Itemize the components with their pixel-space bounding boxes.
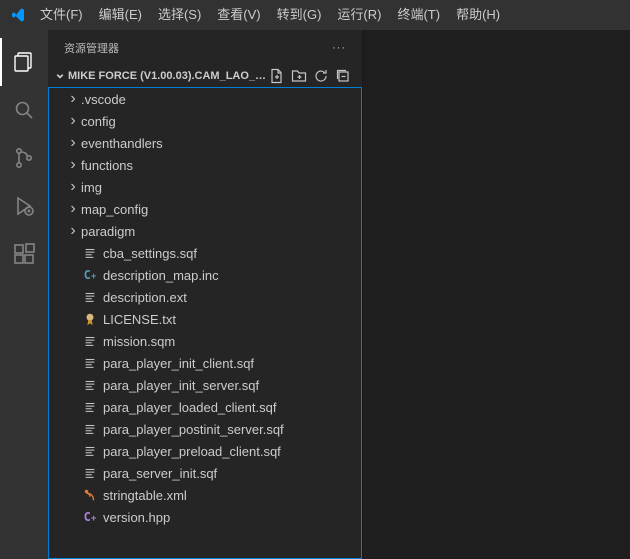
vscode-logo-icon: [4, 1, 32, 29]
file-label: para_player_init_server.sqf: [103, 378, 259, 393]
new-folder-button[interactable]: [290, 67, 308, 85]
activity-run-debug[interactable]: [0, 182, 48, 230]
file-icon: [81, 286, 99, 308]
file-label: cba_settings.sqf: [103, 246, 197, 261]
file-label: para_player_loaded_client.sqf: [103, 400, 276, 415]
tree-file[interactable]: C+ description_map.inc: [49, 264, 361, 286]
tree-folder[interactable]: img: [49, 176, 361, 198]
file-tree: .vscode config eventhandlers functions img ma…: [48, 87, 362, 559]
file-label: mission.sqm: [103, 334, 175, 349]
menu-item[interactable]: 文件(F): [32, 0, 91, 30]
tree-file[interactable]: para_player_preload_client.sqf: [49, 440, 361, 462]
sidebar-title: 资源管理器: [64, 40, 119, 56]
tree-file[interactable]: para_player_loaded_client.sqf: [49, 396, 361, 418]
folder-label: .vscode: [81, 92, 126, 107]
tree-file[interactable]: para_server_init.sqf: [49, 462, 361, 484]
file-icon: [81, 374, 99, 396]
menu-item[interactable]: 编辑(E): [91, 0, 150, 30]
explorer-sidebar: 资源管理器 ··· MIKE FORCE (V1.00.03).CAM_LAO_…: [48, 30, 363, 559]
chevron-right-icon: [65, 91, 81, 107]
sidebar-more-icon[interactable]: ···: [332, 42, 346, 54]
file-label: para_player_init_client.sqf: [103, 356, 254, 371]
file-icon: C+: [81, 506, 99, 528]
file-icon: [81, 462, 99, 484]
chevron-right-icon: [65, 157, 81, 173]
file-icon: [81, 418, 99, 440]
file-icon: [81, 242, 99, 264]
tree-file[interactable]: LICENSE.txt: [49, 308, 361, 330]
file-icon: [81, 440, 99, 462]
tree-file[interactable]: description.ext: [49, 286, 361, 308]
file-icon: [81, 308, 99, 330]
menu-item[interactable]: 选择(S): [150, 0, 209, 30]
folder-label: functions: [81, 158, 133, 173]
file-label: para_player_preload_client.sqf: [103, 444, 281, 459]
menu-item[interactable]: 运行(R): [329, 0, 389, 30]
file-label: description_map.inc: [103, 268, 219, 283]
project-header[interactable]: MIKE FORCE (V1.00.03).CAM_LAO_NAM: [48, 65, 362, 87]
file-icon: [81, 352, 99, 374]
file-label: version.hpp: [103, 510, 170, 525]
file-icon: [81, 484, 99, 506]
menu-item[interactable]: 查看(V): [209, 0, 268, 30]
activity-bar: [0, 30, 48, 559]
chevron-down-icon: [52, 69, 68, 84]
file-label: para_server_init.sqf: [103, 466, 217, 481]
chevron-right-icon: [65, 179, 81, 195]
chevron-right-icon: [65, 135, 81, 151]
menu-bar: 文件(F)编辑(E)选择(S)查看(V)转到(G)运行(R)终端(T)帮助(H): [0, 0, 630, 30]
chevron-right-icon: [65, 113, 81, 129]
folder-label: paradigm: [81, 224, 135, 239]
activity-extensions[interactable]: [0, 230, 48, 278]
collapse-all-button[interactable]: [334, 67, 352, 85]
file-icon: C+: [81, 264, 99, 286]
menu-item[interactable]: 终端(T): [389, 0, 448, 30]
folder-label: eventhandlers: [81, 136, 163, 151]
file-label: para_player_postinit_server.sqf: [103, 422, 284, 437]
chevron-right-icon: [65, 201, 81, 217]
file-icon: [81, 396, 99, 418]
chevron-right-icon: [65, 223, 81, 239]
folder-label: img: [81, 180, 102, 195]
file-label: LICENSE.txt: [103, 312, 176, 327]
menu-item[interactable]: 帮助(H): [448, 0, 508, 30]
tree-file[interactable]: para_player_init_server.sqf: [49, 374, 361, 396]
tree-file[interactable]: para_player_postinit_server.sqf: [49, 418, 361, 440]
tree-file[interactable]: para_player_init_client.sqf: [49, 352, 361, 374]
activity-explorer[interactable]: [0, 38, 48, 86]
tree-file[interactable]: stringtable.xml: [49, 484, 361, 506]
menu-items: 文件(F)编辑(E)选择(S)查看(V)转到(G)运行(R)终端(T)帮助(H): [32, 0, 508, 30]
file-icon: [81, 330, 99, 352]
tree-folder[interactable]: eventhandlers: [49, 132, 361, 154]
new-file-button[interactable]: [268, 67, 286, 85]
tree-folder[interactable]: config: [49, 110, 361, 132]
file-label: stringtable.xml: [103, 488, 187, 503]
sidebar-title-bar: 资源管理器 ···: [48, 30, 362, 65]
tree-folder[interactable]: map_config: [49, 198, 361, 220]
refresh-button[interactable]: [312, 67, 330, 85]
project-name: MIKE FORCE (V1.00.03).CAM_LAO_NAM: [68, 70, 268, 82]
tree-file[interactable]: cba_settings.sqf: [49, 242, 361, 264]
folder-label: config: [81, 114, 116, 129]
tree-folder[interactable]: functions: [49, 154, 361, 176]
tree-file[interactable]: C+ version.hpp: [49, 506, 361, 528]
tree-folder[interactable]: .vscode: [49, 88, 361, 110]
file-label: description.ext: [103, 290, 187, 305]
activity-source-control[interactable]: [0, 134, 48, 182]
editor-area: [363, 30, 630, 559]
activity-search[interactable]: [0, 86, 48, 134]
project-actions: [268, 67, 358, 85]
tree-folder[interactable]: paradigm: [49, 220, 361, 242]
menu-item[interactable]: 转到(G): [269, 0, 330, 30]
tree-file[interactable]: mission.sqm: [49, 330, 361, 352]
folder-label: map_config: [81, 202, 148, 217]
